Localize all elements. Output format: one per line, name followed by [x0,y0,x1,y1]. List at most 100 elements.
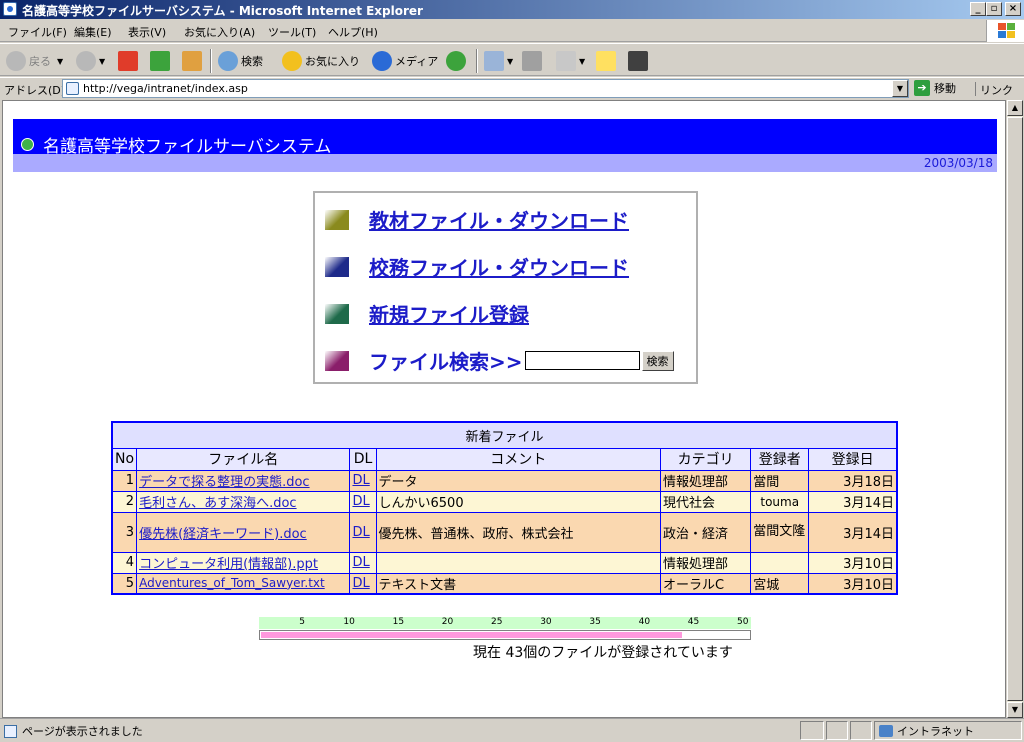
search-input[interactable] [524,351,640,370]
menu-file[interactable]: ファイル(F) [8,24,67,40]
main-menu: 教材ファイル・ダウンロード 校務ファイル・ダウンロード 新規ファイル登録 ファイ… [313,191,698,384]
filename-link[interactable]: コンピュータ利用(情報部).ppt [139,557,318,572]
history-button[interactable] [446,48,469,74]
gauge-tick-label: 5 [299,617,305,627]
date-bar: 2003/03/18 [13,154,997,172]
stop-button[interactable] [118,48,141,74]
table-row: 2 毛利さん、あす深海へ.doc DL しんかい6500 現代社会 touma … [111,490,898,513]
row-no: 1 [111,469,138,492]
download-link[interactable]: DL [352,576,369,591]
comment-cell: 優先株、普通株、政府、株式会社 [375,511,662,553]
site-header: 名護高等学校ファイルサーバシステム [13,119,997,157]
refresh-button[interactable] [150,48,173,74]
vertical-scrollbar[interactable]: ▲ ▼ [1006,100,1023,718]
col-header-user: 登録者 [750,447,810,471]
menu-edit[interactable]: 編集(E) [74,24,112,40]
messenger-button[interactable] [628,48,651,74]
links-button[interactable]: リンク [975,82,1013,97]
security-zone: イントラネット [874,721,1022,740]
intranet-icon [879,724,893,737]
gauge-tick-label: 25 [491,617,503,627]
filename-link[interactable]: Adventures_of_Tom_Sawyer.txt [139,576,325,590]
row-no: 5 [111,572,138,595]
school-affairs-download-link[interactable]: 校務ファイル・ダウンロード [369,252,629,281]
mail-button[interactable]: ▼ [484,48,513,74]
address-dropdown-button[interactable]: ▼ [892,80,908,97]
back-arrow-icon [6,51,26,71]
browser-window: 名護高等学校ファイルサーバシステム - Microsoft Internet E… [0,0,1024,742]
magenta-square-icon [325,350,349,371]
favorites-button[interactable]: お気に入り [282,48,360,74]
green-square-icon [325,303,349,324]
back-button[interactable]: 戻る ▼ [6,48,63,74]
col-header-comment: コメント [375,447,662,471]
navy-square-icon [325,256,349,277]
scroll-down-button[interactable]: ▼ [1007,702,1023,718]
address-field[interactable]: ▼ [62,79,909,98]
edit-button[interactable]: ▼ [556,48,585,74]
teaching-download-link[interactable]: 教材ファイル・ダウンロード [369,205,629,234]
user-cell [750,551,810,574]
row-no: 3 [111,511,138,553]
note-button[interactable] [596,48,619,74]
col-header-dl: DL [349,447,377,471]
menu-help[interactable]: ヘルプ(H) [328,24,378,40]
menu-favorites[interactable]: お気に入り(A) [184,24,255,40]
go-button[interactable]: ➔ 移動 [914,80,956,96]
media-button[interactable]: メディア [372,48,438,74]
windows-logo-icon [986,20,1024,42]
search-submit-button[interactable]: 検索 [641,350,674,371]
gauge-tick-label: 10 [343,617,355,627]
address-bar: アドレス(D) ▼ ➔ 移動 リンク [0,77,1024,99]
search-button[interactable]: 検索 [218,48,263,74]
print-button[interactable] [522,48,545,74]
minimize-button[interactable]: _ [970,2,986,16]
new-file-registration-link[interactable]: 新規ファイル登録 [369,299,529,328]
download-link[interactable]: DL [352,555,369,570]
row-no: 2 [111,490,138,513]
user-cell: 宮城 [750,572,810,595]
filename-link[interactable]: 優先株(経済キーワード).doc [139,527,307,542]
search-icon [218,51,238,71]
messenger-icon [628,51,648,71]
dl-cell: DL [349,572,377,595]
menu-view[interactable]: 表示(V) [128,24,166,40]
restore-button[interactable]: ▫ [986,2,1002,16]
file-count-gauge: 5 10 15 20 25 30 35 40 45 50 [259,617,751,643]
address-input[interactable] [83,81,883,96]
scroll-up-button[interactable]: ▲ [1007,100,1023,116]
col-header-filename: ファイル名 [136,447,351,471]
download-link[interactable]: DL [352,473,369,488]
date-cell: 3月10日 [808,572,898,595]
filename-cell: Adventures_of_Tom_Sawyer.txt [136,572,351,595]
page-icon [66,82,79,95]
gauge-tick-label: 40 [638,617,651,627]
go-arrow-icon: ➔ [914,80,930,96]
table-caption: 新着ファイル [111,421,898,449]
stop-icon [118,51,138,71]
menu-tools[interactable]: ツール(T) [268,24,316,40]
user-cell: touma [750,490,810,513]
filename-link[interactable]: 毛利さん、あす深海へ.doc [139,496,297,511]
filename-link[interactable]: データで探る整理の実態.doc [139,475,310,490]
comment-cell: しんかい6500 [375,490,662,513]
gauge-tick-label: 45 [687,617,700,627]
download-link[interactable]: DL [352,525,369,540]
close-button[interactable]: × [1005,2,1021,16]
filename-cell: コンピュータ利用(情報部).ppt [136,551,351,574]
star-icon [282,51,302,71]
gauge-tick-label: 20 [441,617,454,627]
ie-icon [3,2,17,16]
status-pane [826,721,848,740]
download-link[interactable]: DL [352,494,369,509]
date-cell: 3月18日 [808,469,898,492]
forward-button[interactable]: ▼ [76,48,105,74]
home-button[interactable] [182,48,205,74]
window-title: 名護高等学校ファイルサーバシステム - Microsoft Internet E… [22,4,423,18]
home-icon [182,51,202,71]
gauge-scale: 5 10 15 20 25 30 35 40 45 50 [259,617,751,629]
user-cell: 當間文隆 [750,511,810,553]
scroll-thumb[interactable] [1007,117,1023,701]
file-count-text: 現在 43個のファイルが登録されています [473,645,733,661]
title-bar: 名護高等学校ファイルサーバシステム - Microsoft Internet E… [0,0,1024,19]
